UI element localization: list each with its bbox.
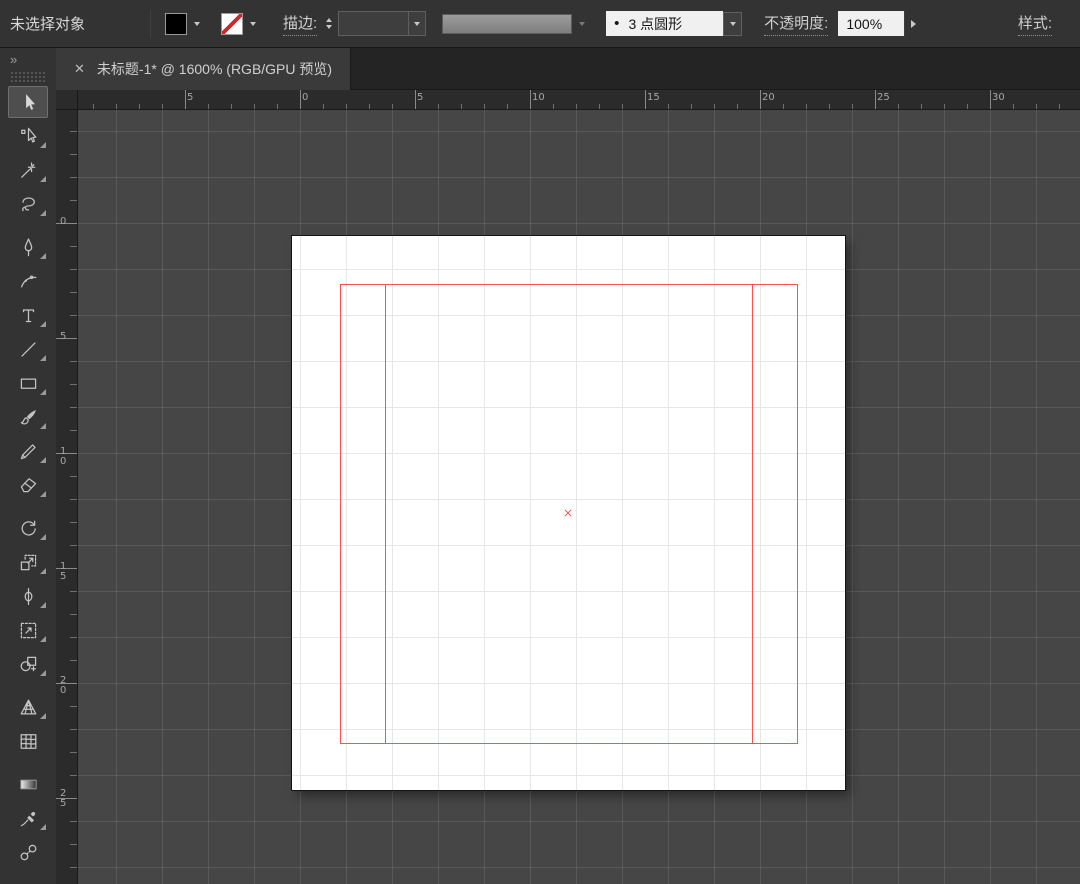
variable-width-dropdown[interactable]	[574, 12, 590, 36]
fill-swatch-dropdown[interactable]	[189, 12, 205, 36]
ruler-number: 15	[60, 561, 67, 582]
chevron-down-icon[interactable]	[408, 12, 425, 35]
ruler-number: 10	[60, 446, 67, 467]
selection-tool[interactable]	[0, 85, 56, 119]
guide-vertical-left[interactable]	[385, 284, 386, 744]
ruler-number: 15	[647, 92, 660, 103]
toolbar-group-gap	[0, 758, 56, 767]
document-title: 未标题-1* @ 1600% (RGB/GPU 预览)	[96, 61, 333, 77]
brush-definition-field[interactable]: • 3 点圆形	[606, 11, 724, 36]
free-transform-tool[interactable]	[0, 613, 56, 647]
pen-tool[interactable]	[0, 230, 56, 264]
brush-preview-dot: •	[614, 15, 620, 32]
lasso-tool[interactable]	[0, 187, 56, 221]
expand-panel-icon[interactable]: »	[10, 52, 56, 68]
curvature-tool[interactable]	[0, 264, 56, 298]
horizontal-ruler[interactable]: 5 0 5 10 15 20 25 30	[78, 90, 1080, 110]
stroke-weight-select[interactable]	[338, 11, 427, 36]
ruler-number: 0	[60, 216, 67, 227]
rectangle-tool[interactable]	[0, 366, 56, 400]
gradient-tool[interactable]	[0, 767, 56, 801]
brush-dropdown[interactable]	[723, 11, 743, 36]
toolbar-tools	[0, 85, 56, 869]
variable-width-profile-field[interactable]	[442, 13, 573, 34]
separator	[150, 9, 151, 38]
line-segment-tool[interactable]	[0, 332, 56, 366]
chevron-down-icon	[194, 21, 200, 26]
stroke-swatch-dropdown[interactable]	[245, 12, 261, 36]
opacity-label[interactable]: 不透明度:	[764, 12, 829, 36]
style-label[interactable]: 样式:	[1017, 12, 1052, 36]
brush-name: 3 点圆形	[628, 15, 683, 32]
ruler-number: 10	[532, 92, 545, 103]
document-tab[interactable]: ✕ 未标题-1* @ 1600% (RGB/GPU 预览)	[56, 48, 352, 90]
canvas[interactable]	[78, 110, 1080, 884]
stepper-up-icon	[326, 18, 333, 22]
magic-wand-tool[interactable]	[0, 153, 56, 187]
mesh-tool[interactable]	[0, 724, 56, 758]
ruler-number: 25	[60, 788, 67, 809]
ruler-number: 20	[762, 92, 775, 103]
close-icon[interactable]: ✕	[74, 61, 85, 77]
shaper-tool[interactable]	[0, 434, 56, 468]
rotate-tool[interactable]	[0, 511, 56, 545]
stroke-weight-stepper[interactable]	[326, 18, 333, 29]
artboard[interactable]	[292, 236, 845, 790]
control-bar: 未选择对象 描边: • 3 点圆形 不透明度: 100% 样式:	[0, 0, 1080, 48]
toolbar-grip[interactable]	[10, 71, 46, 83]
paintbrush-tool[interactable]	[0, 400, 56, 434]
chevron-down-icon	[579, 21, 586, 26]
center-point-mark	[564, 509, 572, 517]
direct-selection-tool[interactable]	[0, 119, 56, 153]
eyedropper-tool[interactable]	[0, 801, 56, 835]
ruler-number: 5	[187, 92, 194, 103]
opacity-expand-button[interactable]	[904, 11, 922, 36]
toolbar-group-gap	[0, 221, 56, 230]
fill-swatch[interactable]	[165, 12, 187, 35]
document-tab-bar: ✕ 未标题-1* @ 1600% (RGB/GPU 预览)	[56, 48, 1080, 90]
opacity-field[interactable]: 100%	[838, 11, 905, 36]
ruler-number: 5	[417, 92, 424, 103]
chevron-down-icon	[250, 21, 256, 26]
perspective-grid-tool[interactable]	[0, 690, 56, 724]
vertical-ruler[interactable]: 0 5 10 15 20 25	[56, 110, 78, 884]
chevron-right-icon	[911, 19, 917, 28]
ruler-number: 0	[302, 92, 309, 103]
opacity-value: 100%	[846, 15, 883, 32]
tools-panel: »	[0, 48, 56, 884]
shape-builder-tool[interactable]	[0, 647, 56, 681]
scale-tool[interactable]	[0, 545, 56, 579]
stroke-none-swatch[interactable]	[221, 12, 243, 35]
ruler-number: 20	[60, 675, 67, 696]
stroke-weight-label[interactable]: 描边:	[283, 12, 318, 36]
guide-vertical-right[interactable]	[752, 284, 753, 744]
ruler-origin-corner[interactable]	[56, 90, 78, 110]
stepper-down-icon	[326, 25, 333, 29]
type-tool[interactable]	[0, 298, 56, 332]
selection-status: 未选择对象	[10, 16, 86, 33]
toolbar-group-gap	[0, 681, 56, 690]
chevron-down-icon	[729, 21, 736, 26]
eraser-tool[interactable]	[0, 468, 56, 502]
ruler-number: 25	[877, 92, 890, 103]
toolbar-group-gap	[0, 502, 56, 511]
ruler-number: 5	[60, 331, 67, 342]
blend-tool[interactable]	[0, 835, 56, 869]
ruler-number: 30	[992, 92, 1005, 103]
width-tool[interactable]	[0, 579, 56, 613]
